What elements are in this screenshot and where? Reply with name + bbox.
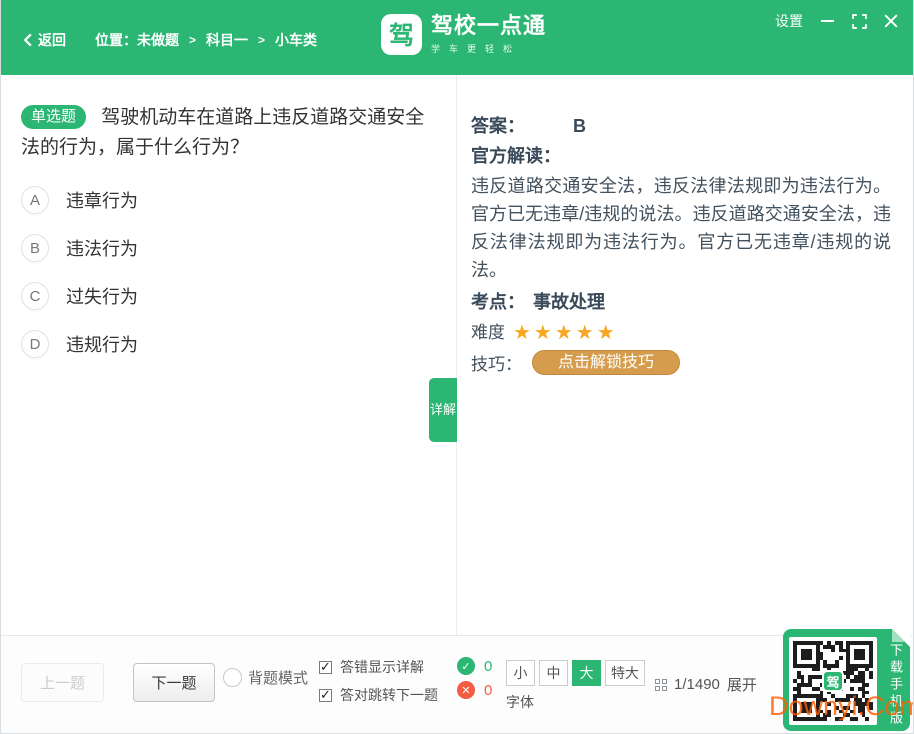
next-question-button[interactable]: 下一题 — [133, 663, 215, 702]
breadcrumb-location: 位置：未做题 — [95, 30, 179, 50]
answer-value: B — [573, 116, 586, 137]
app-logo: 驾 驾校一点通 学车更轻松 — [381, 13, 546, 55]
difficulty-label: 难度 — [471, 318, 505, 348]
font-size-buttons: 小 中 大 特大 — [506, 660, 645, 686]
radio-icon — [223, 668, 242, 687]
option-c-label: 过失行为 — [66, 283, 138, 309]
minimize-button[interactable] — [819, 13, 835, 29]
keypoint-value: 事故处理 — [533, 287, 605, 318]
correct-count: 0 — [484, 658, 492, 675]
official-interpretation-label: 官方解读： — [471, 141, 891, 172]
option-b-circle: B — [21, 234, 49, 262]
grid-icon — [655, 679, 667, 691]
download-mobile-label: 下载手机版 — [886, 643, 905, 728]
difficulty-row: 难度 ★★★★★ — [471, 318, 891, 348]
question-text-block: 单选题 驾驶机动车在道路上违反道路交通安全法的行为，属于什么行为？ — [21, 103, 436, 163]
breadcrumb-item-subject[interactable]: 科目一 — [206, 30, 248, 50]
breadcrumb: 位置：未做题 > 科目一 > 小车类 — [95, 30, 317, 50]
option-a-circle: A — [21, 186, 49, 214]
download-app-panel[interactable]: 驾 下载手机版 — [783, 629, 910, 731]
checkbox-icon — [319, 689, 332, 702]
show-detail-on-wrong-checkbox[interactable]: 答错显示详解 — [319, 657, 438, 677]
back-button[interactable]: 返回 — [23, 30, 66, 50]
logo-title: 驾校一点通 — [431, 13, 546, 39]
main-content: 单选题 驾驶机动车在道路上违反道路交通安全法的行为，属于什么行为？ A 违章行为… — [1, 75, 913, 636]
question-panel: 单选题 驾驶机动车在道路上违反道路交通安全法的行为，属于什么行为？ A 违章行为… — [1, 75, 456, 636]
option-d-circle: D — [21, 330, 49, 358]
memorize-mode-label: 背题模式 — [248, 667, 308, 688]
question-index-expand[interactable]: 1/1490 展开 — [655, 674, 757, 695]
option-a-label: 违章行为 — [66, 187, 138, 213]
top-header: 设置 返回 位置：未做题 > 科目一 > 小车类 驾 驾校一点通 学车更轻松 — [1, 0, 913, 75]
breadcrumb-separator: > — [189, 33, 196, 47]
prev-question-button[interactable]: 上一题 — [21, 663, 104, 702]
option-d[interactable]: D 违规行为 — [21, 330, 436, 358]
option-c-circle: C — [21, 282, 49, 310]
show-detail-on-wrong-label: 答错显示详解 — [340, 657, 424, 677]
unlock-tip-button[interactable]: 点击解锁技巧 — [532, 350, 680, 375]
jump-next-on-correct-checkbox[interactable]: 答对跳转下一题 — [319, 685, 438, 705]
font-size-small-button[interactable]: 小 — [506, 660, 535, 686]
settings-button[interactable]: 设置 — [775, 11, 803, 31]
logo-glyph-icon: 驾 — [381, 14, 422, 55]
detail-tab[interactable]: 详解 — [429, 378, 457, 442]
window-controls: 设置 — [775, 11, 899, 31]
font-size-large-button[interactable]: 大 — [572, 660, 601, 686]
difficulty-stars: ★★★★★ — [513, 318, 618, 348]
option-b[interactable]: B 违法行为 — [21, 234, 436, 262]
breadcrumb-item-vehicle[interactable]: 小车类 — [275, 30, 317, 50]
keypoint-label: 考点： — [471, 287, 525, 318]
option-d-label: 违规行为 — [66, 331, 138, 357]
correct-check-icon: ✓ — [457, 657, 475, 675]
app-window: 设置 返回 位置：未做题 > 科目一 > 小车类 驾 驾校一点通 学车更轻松 — [0, 0, 914, 734]
question-type-badge: 单选题 — [21, 105, 86, 129]
expand-label: 展开 — [727, 674, 757, 695]
answer-label: 答案： — [471, 111, 525, 141]
jump-next-on-correct-label: 答对跳转下一题 — [340, 685, 438, 705]
fold-corner-icon — [892, 629, 910, 647]
keypoint-row: 考点： 事故处理 — [471, 287, 891, 318]
option-c[interactable]: C 过失行为 — [21, 282, 436, 310]
qr-code-background: 驾 — [789, 637, 877, 725]
bottom-toolbar: 上一题 下一题 背题模式 答错显示详解 答对跳转下一题 ✓ 0 ✕ 0 — [1, 635, 913, 733]
maximize-button[interactable] — [851, 13, 867, 29]
chevron-left-icon — [23, 33, 32, 47]
minimize-icon — [821, 20, 834, 22]
font-size-medium-button[interactable]: 中 — [539, 660, 568, 686]
close-button[interactable] — [883, 13, 899, 29]
font-size-xlarge-button[interactable]: 特大 — [605, 660, 645, 686]
wrong-counter: ✕ 0 — [457, 681, 492, 699]
maximize-icon — [852, 14, 867, 29]
wrong-cross-icon: ✕ — [457, 681, 475, 699]
correct-counter: ✓ 0 — [457, 657, 492, 675]
logo-subtitle: 学车更轻松 — [431, 42, 546, 55]
question-progress: 1/1490 — [674, 676, 720, 693]
breadcrumb-separator: > — [258, 33, 265, 47]
tip-label: 技巧： — [471, 350, 522, 375]
option-a[interactable]: A 违章行为 — [21, 186, 436, 214]
close-icon — [884, 14, 898, 28]
memorize-mode-radio[interactable]: 背题模式 — [223, 667, 308, 688]
qr-logo-icon: 驾 — [822, 670, 844, 692]
settings-checkboxes: 答错显示详解 答对跳转下一题 — [319, 657, 438, 705]
option-b-label: 违法行为 — [66, 235, 138, 261]
answer-panel: 答案： B 官方解读： 违反道路交通安全法，违反法律法规即为违法行为。官方已无违… — [457, 75, 914, 636]
checkbox-icon — [319, 661, 332, 674]
tip-row: 技巧： 点击解锁技巧 — [471, 350, 891, 375]
official-interpretation-text: 违反道路交通安全法，违反法律法规即为违法行为。官方已无违章/违规的说法。违反道路… — [471, 172, 891, 284]
wrong-count: 0 — [484, 682, 492, 699]
font-label: 字体 — [506, 692, 534, 712]
options-list: A 违章行为 B 违法行为 C 过失行为 D 违规行为 — [21, 186, 436, 358]
answer-row: 答案： B — [471, 111, 891, 141]
back-label: 返回 — [38, 30, 66, 50]
score-counters: ✓ 0 ✕ 0 — [457, 657, 492, 699]
